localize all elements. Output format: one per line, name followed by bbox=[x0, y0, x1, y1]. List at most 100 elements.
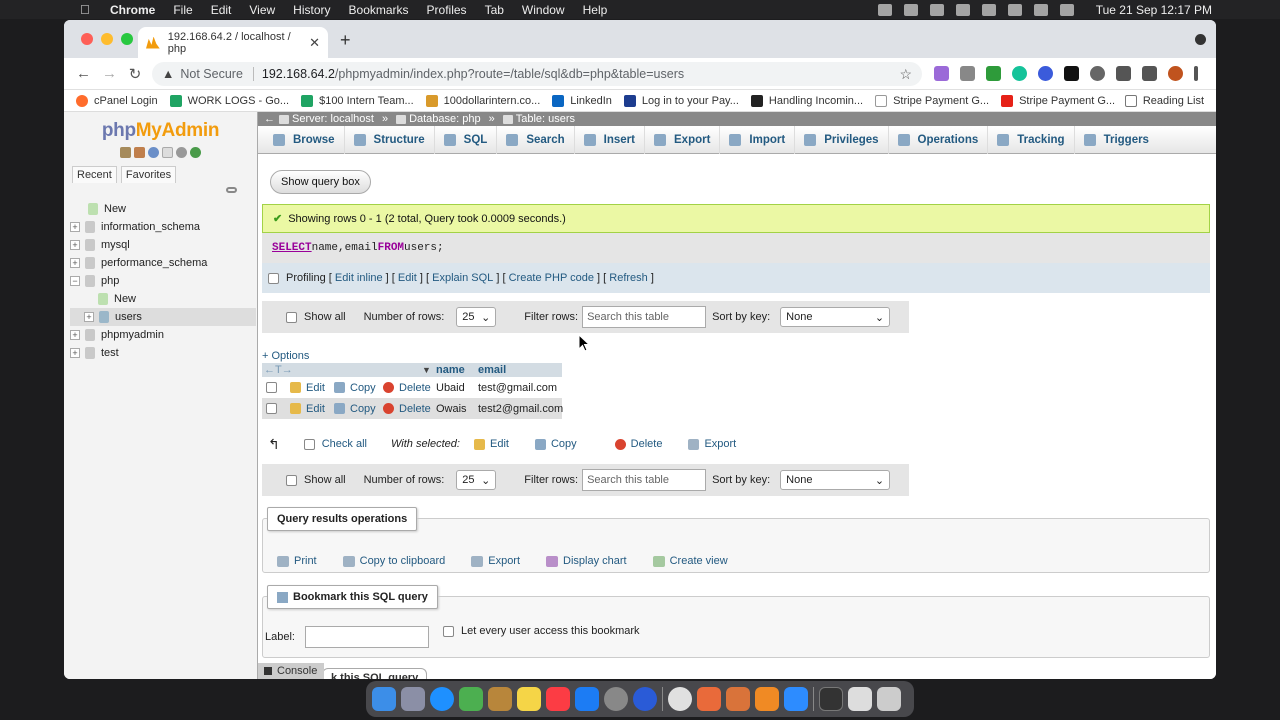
photos-icon[interactable] bbox=[697, 687, 721, 711]
chrome-menu-icon[interactable] bbox=[1194, 66, 1198, 81]
tree-item-users[interactable]: + users bbox=[70, 308, 256, 326]
sublime-text-icon[interactable] bbox=[755, 687, 779, 711]
export-link[interactable]: Export bbox=[471, 555, 520, 567]
extension-icon[interactable] bbox=[934, 66, 949, 81]
security-label[interactable]: Not Secure bbox=[180, 67, 243, 81]
bookmark-handling[interactable]: Handling Incomin... bbox=[750, 94, 863, 107]
profile-avatar[interactable] bbox=[1168, 66, 1183, 81]
sql-keyword-select[interactable]: SELECT bbox=[272, 242, 312, 254]
cell-name[interactable]: Owais bbox=[436, 403, 467, 415]
cell-name[interactable]: Ubaid bbox=[436, 382, 465, 394]
edit-link[interactable]: Edit bbox=[398, 272, 417, 284]
expand-icon[interactable]: + bbox=[70, 258, 80, 268]
bookmark-linkedin[interactable]: LinkedIn bbox=[552, 94, 612, 107]
create-php-code-link[interactable]: Create PHP code bbox=[509, 272, 594, 284]
tab-tracking[interactable]: Tracking bbox=[988, 125, 1075, 154]
collapse-arrow-icon[interactable]: ← bbox=[264, 113, 275, 125]
tab-favorites[interactable]: Favorites bbox=[120, 166, 177, 183]
tab-search[interactable]: Search bbox=[497, 125, 575, 154]
cell-email[interactable]: test@gmail.com bbox=[478, 382, 557, 394]
warning-icon[interactable]: ▲ bbox=[162, 67, 174, 81]
tree-item-mysql[interactable]: + mysql bbox=[70, 236, 256, 254]
help-icon[interactable] bbox=[148, 147, 159, 158]
bookmark-intern-team[interactable]: $100 Intern Team... bbox=[301, 94, 414, 107]
menu-view[interactable]: View bbox=[249, 3, 275, 17]
extension-icon[interactable] bbox=[1064, 66, 1079, 81]
tree-item-php[interactable]: − php bbox=[70, 272, 256, 290]
tab-export[interactable]: Export bbox=[645, 125, 721, 154]
forward-icon[interactable]: → bbox=[102, 65, 117, 82]
row-edit-link[interactable]: Edit bbox=[290, 403, 325, 415]
maps-icon[interactable] bbox=[459, 687, 483, 711]
bluetooth-icon[interactable] bbox=[955, 3, 970, 16]
wifi-icon[interactable] bbox=[1007, 3, 1022, 16]
menu-help[interactable]: Help bbox=[583, 3, 608, 17]
terminal-icon[interactable] bbox=[819, 687, 843, 711]
breadcrumb-database[interactable]: Database: php bbox=[396, 113, 481, 125]
bookmark-work-logs[interactable]: WORK LOGS - Go... bbox=[169, 94, 289, 107]
menu-history[interactable]: History bbox=[293, 3, 330, 17]
zoom-window-button[interactable] bbox=[121, 33, 133, 45]
tab-privileges[interactable]: Privileges bbox=[795, 125, 889, 154]
notes-icon[interactable] bbox=[517, 687, 541, 711]
expand-icon[interactable]: + bbox=[70, 240, 80, 250]
menu-app[interactable]: Chrome bbox=[110, 3, 155, 17]
profiling-checkbox[interactable] bbox=[268, 272, 279, 284]
bulk-delete-button[interactable]: Delete bbox=[614, 438, 662, 450]
explain-sql-link[interactable]: Explain SQL bbox=[432, 272, 493, 284]
puzzle-icon[interactable] bbox=[1142, 66, 1157, 81]
row-edit-link[interactable]: Edit bbox=[290, 382, 325, 394]
extension-icon[interactable] bbox=[986, 66, 1001, 81]
expand-icon[interactable]: + bbox=[70, 330, 80, 340]
copy-to-clipboard-link[interactable]: Copy to clipboard bbox=[342, 555, 445, 567]
finder-icon[interactable] bbox=[372, 687, 396, 711]
breadcrumb-table[interactable]: Table: users bbox=[502, 113, 575, 125]
spotlight-icon[interactable] bbox=[1033, 3, 1048, 16]
minimize-window-button[interactable] bbox=[101, 33, 113, 45]
sort-by-key-select[interactable]: None ⌄ bbox=[780, 470, 891, 490]
create-view-link[interactable]: Create view bbox=[652, 555, 728, 567]
tree-item-test[interactable]: + test bbox=[70, 344, 256, 362]
menubar-clock[interactable]: Tue 21 Sep 12:17 PM bbox=[1096, 3, 1212, 17]
browser-tab[interactable]: 192.168.64.2 / localhost / php ✕ bbox=[138, 27, 328, 58]
bulk-export-button[interactable]: Export bbox=[688, 438, 736, 450]
trash-icon[interactable] bbox=[877, 687, 901, 711]
new-tab-icon[interactable]: + bbox=[340, 30, 351, 51]
chrome-icon[interactable] bbox=[668, 687, 692, 711]
edit-inline-link[interactable]: Edit inline bbox=[335, 272, 383, 284]
close-tab-icon[interactable]: ✕ bbox=[309, 35, 320, 51]
expand-icon[interactable]: + bbox=[70, 348, 80, 358]
camera-icon[interactable] bbox=[960, 66, 975, 81]
tab-operations[interactable]: Operations bbox=[889, 125, 989, 154]
tab-import[interactable]: Import bbox=[720, 125, 796, 154]
grammarly-icon[interactable] bbox=[1012, 66, 1027, 81]
system-preferences-icon[interactable] bbox=[604, 687, 628, 711]
safari-icon[interactable] bbox=[430, 687, 454, 711]
menu-file[interactable]: File bbox=[173, 3, 192, 17]
phpmyadmin-logo[interactable]: phpMyAdmin bbox=[64, 120, 257, 142]
row-delete-link[interactable]: Delete bbox=[383, 382, 431, 394]
extension-icon[interactable] bbox=[1038, 66, 1053, 81]
tree-item-phpmyadmin[interactable]: + phpmyadmin bbox=[70, 326, 256, 344]
check-all-checkbox[interactable] bbox=[303, 438, 315, 450]
tree-item-php-new[interactable]: New bbox=[70, 290, 256, 308]
column-header-name[interactable]: name bbox=[436, 364, 465, 376]
cell-email[interactable]: test2@gmail.com bbox=[478, 403, 563, 415]
breadcrumb-server[interactable]: Server: localhost bbox=[279, 113, 374, 125]
reload-nav-icon[interactable] bbox=[190, 147, 201, 158]
launchpad-icon[interactable] bbox=[401, 687, 425, 711]
row-checkbox[interactable] bbox=[266, 403, 277, 414]
link-icon[interactable] bbox=[226, 187, 237, 193]
menu-profiles[interactable]: Profiles bbox=[427, 3, 467, 17]
row-copy-link[interactable]: Copy bbox=[334, 403, 376, 415]
docs-icon[interactable] bbox=[162, 147, 173, 158]
column-resize-icon[interactable]: ←T→ bbox=[264, 364, 293, 376]
print-link[interactable]: Print bbox=[277, 555, 317, 567]
show-all-checkbox[interactable] bbox=[286, 474, 297, 486]
extension-icon[interactable] bbox=[1116, 66, 1131, 81]
menu-window[interactable]: Window bbox=[522, 3, 565, 17]
bookmark-stripe-1[interactable]: Stripe Payment G... bbox=[875, 94, 989, 107]
expand-icon[interactable]: + bbox=[84, 312, 94, 322]
battery-icon[interactable] bbox=[981, 3, 996, 16]
zoom-icon[interactable] bbox=[784, 687, 808, 711]
